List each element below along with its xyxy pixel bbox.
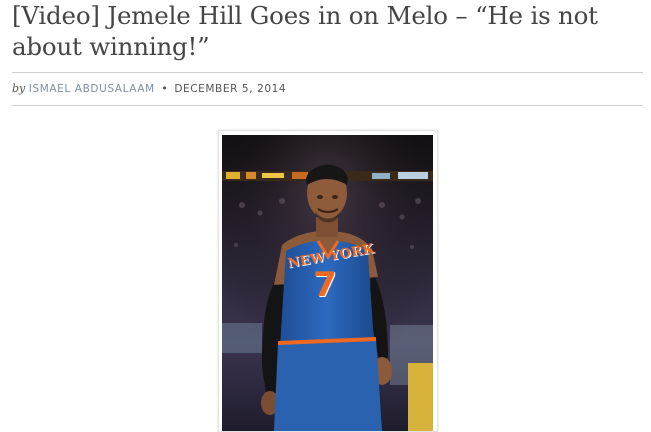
featured-image-frame: NEW YORK 7 [218, 130, 438, 432]
title-divider [12, 72, 643, 73]
byline-prefix: by [12, 82, 26, 95]
article-title[interactable]: [Video] Jemele Hill Goes in on Melo – “H… [12, 0, 642, 62]
article-byline: by ISMAEL ABDUSALAAM • DECEMBER 5, 2014 [12, 82, 286, 96]
byline-divider [12, 105, 643, 106]
byline-separator: • [161, 82, 168, 95]
post-date: DECEMBER 5, 2014 [174, 83, 287, 95]
featured-image[interactable]: NEW YORK 7 [222, 135, 433, 431]
jersey-number-text: 7 [313, 265, 337, 305]
author-link[interactable]: ISMAEL ABDUSALAAM [29, 83, 155, 95]
